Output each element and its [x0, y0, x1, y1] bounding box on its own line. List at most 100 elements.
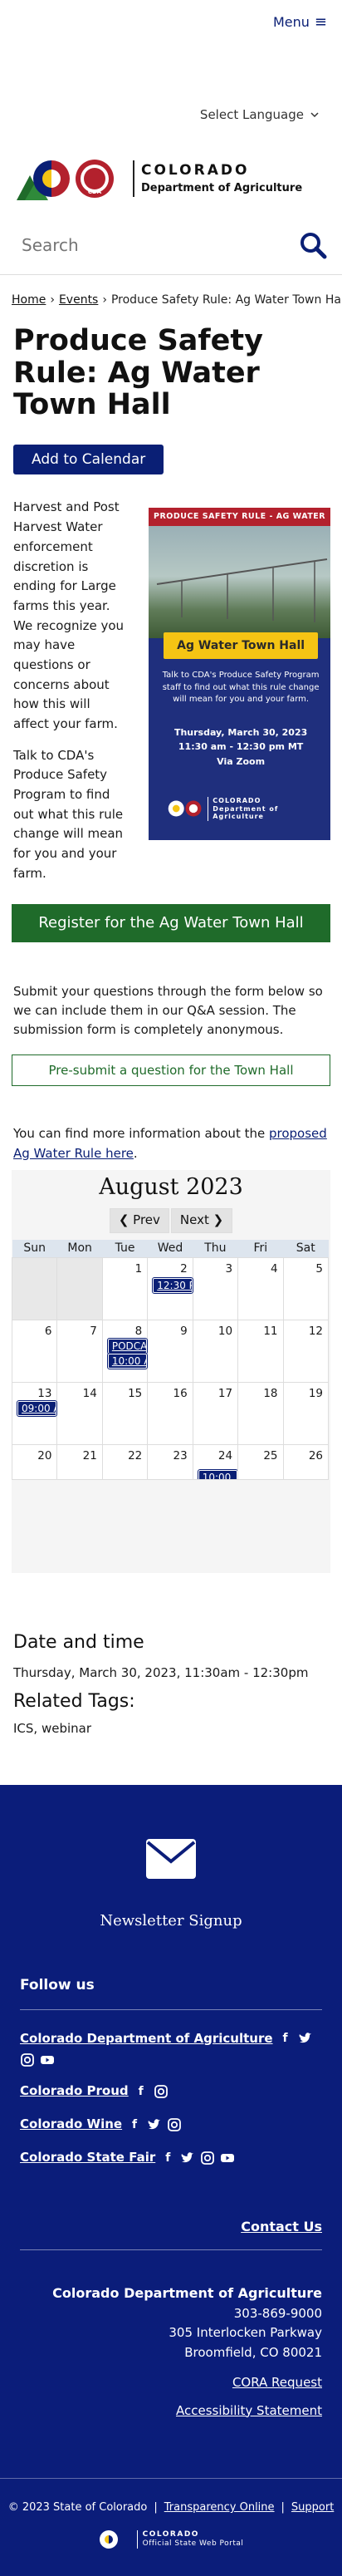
- weekday-header: Fri: [237, 1239, 284, 1258]
- calendar-day-empty: [11, 1257, 58, 1320]
- flyer-date: Thursday, March 30, 2023: [173, 727, 308, 739]
- twitter-icon[interactable]: [147, 2117, 162, 2132]
- chevron-right-icon: ❯: [208, 1212, 224, 1227]
- contact-us-link[interactable]: Contact Us: [241, 2219, 322, 2234]
- social-org-link[interactable]: Colorado Wine: [20, 2116, 122, 2134]
- calendar-day: 20: [11, 1444, 58, 1480]
- social-group: Colorado Proud f: [20, 2082, 322, 2101]
- irrigation-pivot-icon: [156, 558, 328, 623]
- accessibility-link[interactable]: Accessibility Statement: [176, 2403, 322, 2418]
- twitter-icon[interactable]: [180, 2151, 195, 2166]
- calendar-event[interactable]: 12:30 P: [152, 1277, 193, 1294]
- state-portal-logo[interactable]: COLORADO Official State Web Portal: [12, 2529, 330, 2549]
- transparency-link[interactable]: Transparency Online: [164, 2500, 275, 2516]
- youtube-icon[interactable]: [220, 2151, 235, 2166]
- calendar-event[interactable]: 10:00: [197, 1469, 237, 1479]
- language-label: Select Language: [199, 107, 304, 122]
- day-number: 24: [217, 1449, 233, 1463]
- search-input[interactable]: [22, 235, 271, 255]
- social-org-link[interactable]: Colorado State Fair: [20, 2149, 155, 2167]
- accessibility-section: Accessibility Statement: [20, 2402, 322, 2421]
- calendar-day: 18: [237, 1382, 284, 1445]
- tags-heading: Related Tags:: [13, 1691, 135, 1713]
- flyer-banner: Ag Water Town Hall: [164, 632, 319, 660]
- submit-instructions: Submit your questions through the form b…: [13, 983, 323, 1038]
- breadcrumb-events[interactable]: Events: [59, 293, 98, 307]
- cora-section: CORA Request: [20, 2374, 322, 2392]
- instagram-icon[interactable]: [200, 2151, 215, 2166]
- social-org-link[interactable]: Colorado Department of Agriculture: [20, 2030, 273, 2048]
- instagram-icon[interactable]: [154, 2084, 169, 2099]
- portal-logo-text: COLORADO Official State Web Portal: [136, 2529, 244, 2549]
- follow-heading: Follow us: [20, 1976, 95, 1993]
- language-select[interactable]: Select Language: [200, 106, 319, 125]
- calendar-day: 15: [101, 1382, 149, 1445]
- calendar-event[interactable]: 10:00 A: [106, 1353, 149, 1369]
- portal-title: COLORADO: [142, 2529, 199, 2539]
- envelope-icon: [146, 1839, 196, 1880]
- calendar-day: 9: [147, 1320, 193, 1383]
- intro-paragraph: Harvest and Post Harvest Water enforceme…: [13, 499, 125, 731]
- register-button[interactable]: Register for the Ag Water Town Hall: [12, 903, 330, 942]
- menu-button[interactable]: Menu ≡: [273, 12, 327, 33]
- presubmit-question-button[interactable]: Pre-submit a question for the Town Hall: [12, 1054, 330, 1087]
- calendar-day: 12: [282, 1320, 330, 1383]
- facebook-icon[interactable]: f: [278, 2031, 293, 2046]
- org-name: Colorado Department of Agriculture: [52, 2285, 322, 2302]
- footer-bottom: © 2023 State of Colorado | Transparency …: [0, 2478, 342, 2576]
- calendar-day: 5: [282, 1257, 330, 1320]
- breadcrumb-home[interactable]: Home: [12, 293, 46, 307]
- portal-subtitle: Official State Web Portal: [142, 2539, 244, 2548]
- calendar-day: 1: [101, 1257, 149, 1320]
- facebook-icon[interactable]: f: [160, 2151, 175, 2166]
- instagram-icon[interactable]: [20, 2052, 35, 2067]
- date-value: Thursday, March 30, 2023, 11:30am - 12:3…: [13, 1664, 309, 1680]
- social-org-link[interactable]: Colorado Proud: [20, 2082, 129, 2101]
- prev-month-button[interactable]: ❮ Prev: [109, 1207, 169, 1233]
- weekday-header: Wed: [147, 1239, 193, 1258]
- flyer-details: Thursday, March 30, 2023 11:30 am - 12:3…: [160, 725, 321, 768]
- social-group: Colorado Department of Agriculture f: [20, 2030, 322, 2068]
- top-bar: Menu ≡: [0, 0, 342, 42]
- search-bar: [0, 216, 342, 274]
- chevron-left-icon: ❮: [118, 1212, 134, 1227]
- calendar-event[interactable]: PODCAST: [106, 1338, 149, 1354]
- logo-title: COLORADO: [141, 162, 250, 179]
- twitter-icon[interactable]: [298, 2031, 313, 2046]
- contact-section: Contact Us: [20, 2217, 322, 2237]
- calendar-day: 26: [282, 1444, 330, 1480]
- site-logo[interactable]: CDA COLORADO Department of Agriculture: [0, 150, 342, 208]
- date-heading: Date and time: [13, 1631, 144, 1653]
- calendar-event[interactable]: 09:00 A: [16, 1400, 58, 1417]
- youtube-icon[interactable]: [40, 2052, 55, 2067]
- cda-logo-icon: [168, 800, 202, 817]
- next-month-button[interactable]: Next ❯: [170, 1207, 233, 1233]
- page-title: Produce Safety Rule: Ag Water Town Hall: [13, 324, 263, 422]
- facebook-icon[interactable]: f: [134, 2084, 149, 2099]
- event-intro: Harvest and Post Harvest Water enforceme…: [0, 474, 342, 883]
- flyer-logo-title: COLORADO: [213, 797, 261, 805]
- support-link[interactable]: Support: [291, 2500, 334, 2516]
- flyer-via: Via Zoom: [217, 755, 266, 767]
- weekday-header: Sun: [12, 1239, 57, 1258]
- cora-request-link[interactable]: CORA Request: [232, 2375, 322, 2390]
- newsletter-signup[interactable]: Newsletter Signup: [20, 1785, 322, 1932]
- street: 305 Interlocken Parkway: [169, 2325, 322, 2341]
- address-block: Colorado Department of Agriculture 303-8…: [20, 2283, 322, 2362]
- menu-label: Menu: [272, 14, 310, 31]
- search-icon[interactable]: [299, 231, 327, 259]
- facebook-icon[interactable]: f: [127, 2117, 142, 2132]
- calendar-nav: ❮ Prev Next ❯: [12, 1207, 330, 1233]
- copyright: © 2023 State of Colorado: [7, 2501, 148, 2515]
- calendar-day: 10: [192, 1320, 239, 1383]
- instagram-icon[interactable]: [167, 2117, 182, 2132]
- calendar-day: 14: [56, 1382, 103, 1445]
- flyer-logo-subtitle: Department of Agriculture: [213, 804, 279, 821]
- calendar-day: 2 12:30 P: [147, 1257, 193, 1320]
- calendar-day: 19: [282, 1382, 330, 1445]
- calendar-day: 16: [147, 1382, 193, 1445]
- more-info-prefix: You can find more information about the: [13, 1126, 266, 1142]
- add-to-calendar-button[interactable]: Add to Calendar: [13, 444, 164, 475]
- breadcrumb: Home › Events › Produce Safety Rule: Ag Wate…: [0, 275, 342, 308]
- calendar-day: 11: [237, 1320, 284, 1383]
